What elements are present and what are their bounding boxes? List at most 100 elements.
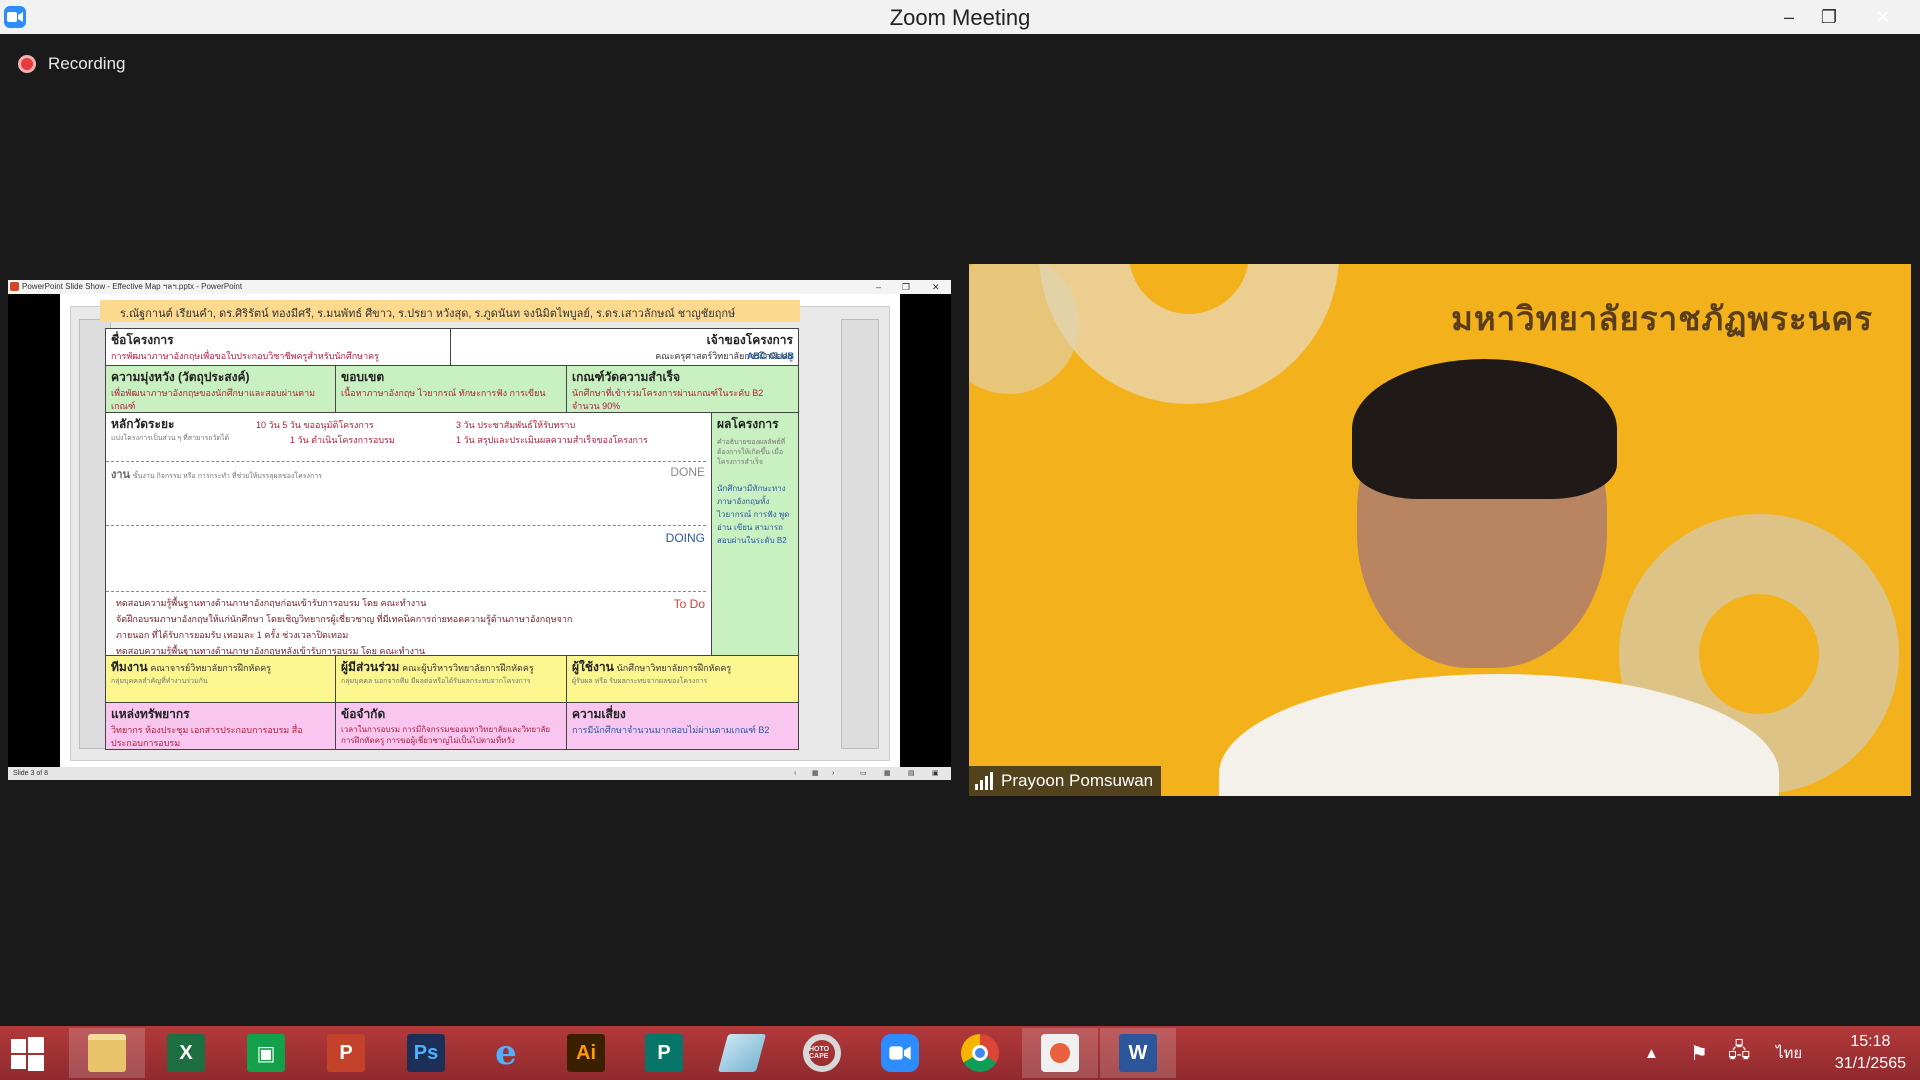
clock-date: 31/1/2565 [1834, 1055, 1906, 1072]
lane-divider [106, 525, 706, 526]
milestone-2: 1 วัน ดำเนินโครงการอบรม [290, 435, 395, 445]
team-text: คณาจารย์วิทยาลัยการฝึกหัดครู [150, 663, 272, 673]
sorter-view-icon[interactable]: ▦ [884, 767, 891, 780]
zoom-taskbar-icon[interactable] [862, 1028, 938, 1078]
scope-heading: ขอบเขต [341, 370, 385, 384]
slide: ร.ณัฐกานต์ เรียนคำ, ดร.ศิริรัตน์ ทองมีศร… [60, 294, 900, 767]
milestone-1: 10 วัน 5 วัน ขออนุมัติโครงการ [256, 420, 374, 430]
word-icon[interactable]: W [1100, 1028, 1176, 1078]
stakeholder-text: คณะผู้บริหารวิทยาลัยการฝึกหัดครู [402, 663, 534, 673]
result-guide: คำอธิบายของผลลัพธ์ที่ต้องการให้เกิดขึ้น … [717, 439, 786, 466]
scope-cell: ขอบเขต เนื้อหาภาษาอังกฤษ ไวยากรณ์ ทักษะก… [335, 365, 567, 413]
criteria-cell: เกณฑ์วัดความสำเร็จ นักศึกษาที่เข้าร่วมโค… [566, 365, 799, 413]
project-name-cell: ชื่อโครงการ การพัฒนาภาษาอังกฤษเพื่อขอใบป… [105, 328, 451, 366]
constraint-heading: ข้อจำกัด [341, 707, 386, 721]
chrome-icon[interactable] [942, 1028, 1018, 1078]
owner-cell: เจ้าของโครงการ คณะครุศาสตร์วิทยาลัยการฝึ… [450, 328, 799, 366]
slide-authors: ร.ณัฐกานต์ เรียนคำ, ดร.ศิริรัตน์ ทองมีศร… [100, 300, 800, 322]
recording-label: Recording [48, 54, 126, 73]
owner-text: คณะครุศาสตร์วิทยาลัยการฝึกหัดครู [655, 351, 793, 361]
notepad-pen-icon[interactable] [704, 1028, 780, 1078]
windows-start-icon[interactable] [10, 1037, 44, 1071]
powerpoint-status-bar: Slide 3 of 8 ‹ ▦ › ▭ ▦ ▤ ▣ [8, 767, 951, 780]
result-text: นักศึกษามีทักษะทางภาษาอังกฤษทั้งไวยากรณ์… [717, 484, 790, 545]
input-language[interactable]: ไทย [1776, 1026, 1802, 1080]
scope-text: เนื้อหาภาษาอังกฤษ ไวยากรณ์ ทักษะการฟัง ก… [341, 388, 546, 398]
restore-button[interactable]: ❐ [1804, 0, 1854, 34]
slideshow-view-icon[interactable]: ▣ [932, 767, 939, 780]
participant-name-tag: Prayoon Pomsuwan [969, 766, 1162, 796]
stakeholder-guide: กลุ่มบุคคล นอกจากทีม มีผลต่อหรือได้รับผล… [341, 678, 531, 685]
powerpoint-title-bar: PowerPoint Slide Show - Effective Map ฯล… [8, 280, 951, 294]
zoom-title-bar: Zoom Meeting – ❐ ✕ [0, 0, 1920, 34]
slide-counter: Slide 3 of 8 [13, 770, 49, 777]
abc-club-logo: ABC CLUB [747, 351, 794, 361]
pp-close-button[interactable]: ✕ [932, 280, 940, 294]
lane-todo: To Do [673, 597, 705, 611]
shared-screen: PowerPoint Slide Show - Effective Map ฯล… [8, 280, 951, 780]
pp-restore-button[interactable]: ❐ [902, 280, 910, 294]
lane-done: DONE [670, 465, 705, 479]
action-center-flag-icon[interactable]: ⚑ [1690, 1026, 1708, 1080]
normal-view-icon[interactable]: ▭ [860, 767, 867, 780]
owner-heading: เจ้าของโครงการ [706, 333, 793, 347]
lane-doing: DOING [665, 531, 705, 545]
window-title: Zoom Meeting [889, 5, 1031, 30]
risk-heading: ความเสี่ยง [572, 707, 626, 721]
milestone-heading: หลักวัดระยะ [111, 417, 175, 431]
publisher-icon[interactable]: P [626, 1028, 702, 1078]
milestone-4: 1 วัน สรุปและประเมินผลความสำเร็จของโครงก… [456, 435, 648, 445]
user-cell: ผู้ใช้งาน นักศึกษาวิทยาลัยการฝึกหัดครู ผ… [566, 655, 799, 703]
pp-minimize-button[interactable]: – [876, 280, 881, 294]
close-button[interactable]: ✕ [1858, 0, 1908, 34]
reading-view-icon[interactable]: ▤ [908, 767, 915, 780]
todo-list: ทดสอบความรู้พื้นฐานทางด้านภาษาอังกฤษก่อน… [116, 595, 573, 655]
milestone-work-cell: หลักวัดระยะ แบ่งโครงการเป็นส่วน ๆ ที่สาม… [105, 412, 712, 656]
file-explorer-icon[interactable] [69, 1028, 145, 1078]
prev-slide-icon[interactable]: ‹ [794, 767, 796, 780]
goal-text: เพื่อพัฒนาภาษาอังกฤษของนักศึกษาและสอบผ่า… [111, 388, 316, 411]
show-hidden-icons-icon[interactable]: ▲ [1644, 1026, 1659, 1080]
photoshop-icon[interactable]: Ps [388, 1028, 464, 1078]
risk-cell: ความเสี่ยง การมีนักศึกษาจำนวนมากสอบไม่ผ่… [566, 702, 799, 750]
stakeholder-cell: ผู้มีส่วนร่วม คณะผู้บริหารวิทยาลัยการฝึก… [335, 655, 567, 703]
powerpoint-taskbar-icon[interactable]: P [308, 1028, 384, 1078]
todo-item: จัดฝึกอบรมภาษาอังกฤษให้แก่นักศึกษา โดยเช… [116, 614, 573, 624]
resource-heading: แหล่งทรัพยากร [111, 707, 190, 721]
project-name-text: การพัฒนาภาษาอังกฤษเพื่อขอใบประกอบวิชาชีพ… [111, 351, 379, 361]
team-cell: ทีมงาน คณาจารย์วิทยาลัยการฝึกหัดครู กลุ่… [105, 655, 336, 703]
illustrator-icon[interactable]: Ai [548, 1028, 624, 1078]
lane-divider [106, 461, 706, 462]
resource-text: วิทยากร ห้องประชุม เอกสารประกอบการอบรม ส… [111, 725, 303, 748]
participant-video[interactable]: มหาวิทยาลัยราชภัฏพระนคร Prayoon Pomsuwan [969, 264, 1911, 796]
result-heading: ผลโครงการ [717, 417, 779, 431]
todo-item: ภายนอก ที่ได้รับการยอมรับ เทอมละ 1 ครั้ง… [116, 630, 349, 640]
store-app-icon[interactable]: ▣ [228, 1028, 304, 1078]
risk-text: การมีนักศึกษาจำนวนมากสอบไม่ผ่านตามเกณฑ์ … [572, 725, 770, 735]
presentation-app-icon[interactable] [1022, 1028, 1098, 1078]
record-icon [18, 55, 36, 73]
participant-hair [1352, 359, 1617, 499]
next-slide-icon[interactable]: › [832, 767, 834, 780]
network-icon[interactable]: 🖧 [1728, 1026, 1750, 1080]
recording-indicator[interactable]: Recording [18, 51, 126, 77]
excel-icon[interactable]: X [148, 1028, 224, 1078]
participant-name: Prayoon Pomsuwan [1001, 771, 1154, 790]
milestone-3: 3 วัน ประชาสัมพันธ์ให้รับทราบ [456, 420, 576, 430]
windows-taskbar: X ▣ P Ps e Ai P HOTO CAPE W ▲ ⚑ 🖧 ไทย 15… [0, 1026, 1920, 1080]
signal-strength-icon [975, 772, 995, 790]
user-heading: ผู้ใช้งาน [572, 660, 614, 674]
powerpoint-icon [10, 282, 19, 291]
slide-menu-icon[interactable]: ▦ [812, 767, 819, 780]
user-text: นักศึกษาวิทยาลัยการฝึกหัดครู [616, 663, 732, 673]
university-banner-text: มหาวิทยาลัยราชภัฏพระนคร [1451, 300, 1873, 337]
taskbar-clock[interactable]: 15:18 31/1/2565 [1835, 1031, 1906, 1075]
internet-explorer-icon[interactable]: e [468, 1028, 544, 1078]
lane-divider [106, 591, 706, 592]
stakeholder-heading: ผู้มีส่วนร่วม [341, 660, 400, 674]
constraint-cell: ข้อจำกัด เวลาในการอบรม การมีกิจกรรมของมห… [335, 702, 567, 750]
criteria-text: นักศึกษาที่เข้าร่วมโครงการผ่านเกณฑ์ในระด… [572, 388, 764, 411]
hotocape-icon[interactable]: HOTO CAPE [784, 1028, 860, 1078]
slide-right-panel [841, 319, 879, 749]
project-name-heading: ชื่อโครงการ [111, 333, 174, 347]
